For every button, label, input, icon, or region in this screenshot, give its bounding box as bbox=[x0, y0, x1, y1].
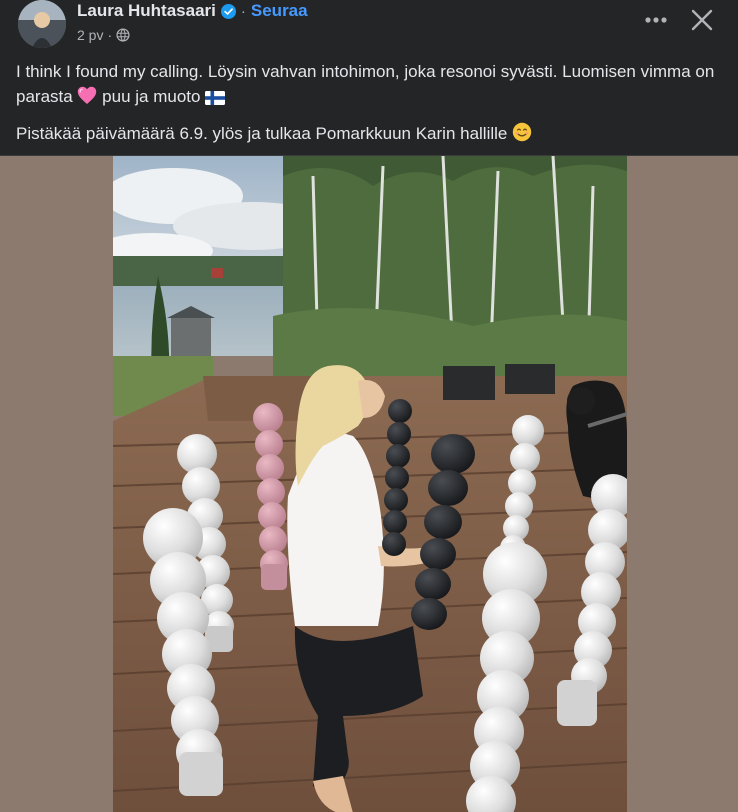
post-header: Laura Huhtasaari · Seuraa 2 pv · bbox=[0, 0, 738, 52]
author-name[interactable]: Laura Huhtasaari bbox=[77, 1, 216, 21]
post-photo[interactable] bbox=[113, 156, 627, 812]
finland-flag-icon bbox=[205, 87, 226, 112]
smiling-face-icon bbox=[512, 122, 532, 149]
author-line: Laura Huhtasaari · Seuraa bbox=[77, 0, 308, 22]
post-timestamp[interactable]: 2 pv bbox=[77, 27, 103, 43]
post-meta: 2 pv · bbox=[77, 26, 130, 44]
post-body: I think I found my calling. Löysin vahva… bbox=[16, 59, 716, 149]
follow-button[interactable]: Seuraa bbox=[251, 1, 308, 21]
globe-icon[interactable] bbox=[116, 28, 130, 42]
post-text-segment: Pistäkää päivämäärä 6.9. ylös ja tulkaa … bbox=[16, 124, 513, 143]
close-icon[interactable] bbox=[686, 4, 718, 36]
post-media bbox=[0, 155, 738, 812]
more-options-button[interactable] bbox=[640, 6, 672, 34]
verified-badge-icon bbox=[220, 3, 236, 19]
post-paragraph: Pistäkää päivämäärä 6.9. ylös ja tulkaa … bbox=[16, 121, 716, 149]
post-text-segment: puu ja muoto bbox=[97, 87, 206, 106]
facebook-post: Laura Huhtasaari · Seuraa 2 pv · I think… bbox=[0, 0, 738, 812]
pink-heart-icon bbox=[77, 86, 97, 112]
author-avatar[interactable] bbox=[18, 0, 66, 48]
meta-separator: · bbox=[107, 27, 113, 43]
post-paragraph: I think I found my calling. Löysin vahva… bbox=[16, 59, 716, 112]
author-separator: · bbox=[240, 2, 246, 20]
